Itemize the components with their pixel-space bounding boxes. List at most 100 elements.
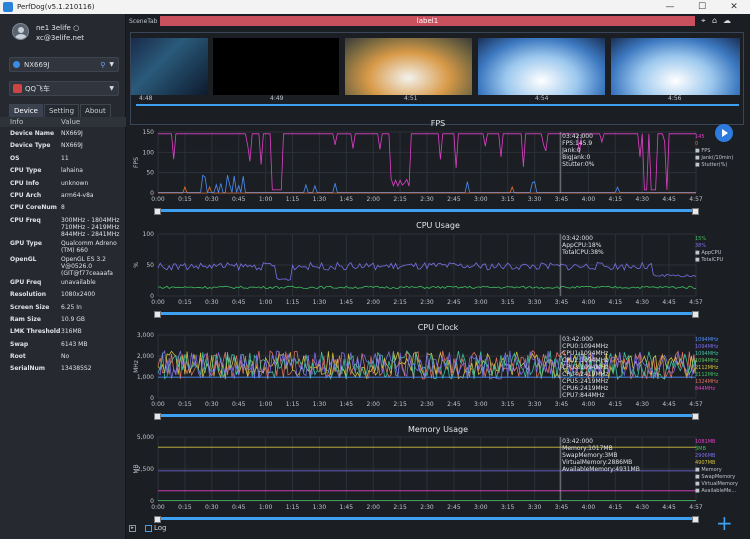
info-value: 300MHz - 1804MHz 710MHz - 2419MHz 844MHz…: [61, 216, 120, 238]
x-tick-label: 2:30: [420, 299, 434, 306]
x-tick-label: 4:45: [662, 504, 676, 511]
screenshot-thumbnail[interactable]: [213, 38, 339, 95]
chart-range-slider[interactable]: [154, 516, 699, 523]
x-tick-label: 1:00: [259, 504, 273, 511]
thumbnail-scrollbar[interactable]: [136, 104, 739, 106]
legend-series[interactable]: ■ Jank(/10min): [695, 155, 733, 162]
app-label: QQ飞车: [25, 84, 51, 93]
legend-value: 4907MB: [695, 460, 716, 466]
y-axis-label: MHz: [133, 360, 140, 373]
thumbnail-time: 4:51: [404, 95, 418, 102]
scene-bar: SceneTab label1 ⌖ ⌂ ☁: [126, 14, 750, 28]
y-tick-label: 0: [150, 293, 154, 300]
x-tick-label: 4:57: [689, 196, 703, 203]
y-axis-label: FPS: [133, 157, 140, 168]
y-tick-label: 100: [143, 231, 155, 238]
minimize-button[interactable]: —: [654, 0, 686, 14]
x-tick-label: 0:45: [232, 196, 246, 203]
x-tick-label: 2:15: [393, 504, 407, 511]
legend-series[interactable]: ■ FPS: [695, 148, 733, 155]
cpu-chart: CPU Usage 0:00 0:15 0:30 0:45 1:00 1:15 1:30 1:4…: [126, 220, 750, 321]
x-tick-label: 1:30: [313, 299, 327, 306]
chart-svg[interactable]: 0:00 0:15 0:30 0:45 1:00 1:15 1:30 1:45 2:00 2:15…: [126, 322, 750, 423]
cursor-readout: FPS:145.9: [562, 140, 592, 147]
x-tick-label: 2:45: [447, 401, 461, 408]
info-value: unavailable: [61, 278, 96, 286]
x-tick-label: 0:00: [151, 299, 165, 306]
chart-range-slider[interactable]: [154, 413, 699, 420]
log-checkbox[interactable]: [145, 524, 152, 532]
info-key: CPU Type: [10, 167, 42, 175]
x-tick-label: 4:00: [582, 299, 596, 306]
main-panel: SceneTab label1 ⌖ ⌂ ☁ 4:48 4:49 4:51 4:5…: [126, 14, 750, 539]
legend-series[interactable]: ■ TotalCPU: [695, 257, 723, 264]
thumbnail-time: 4:48: [139, 95, 153, 102]
add-icon[interactable]: +: [716, 511, 733, 535]
cursor-readout: Memory:1017MB: [562, 445, 613, 452]
cursor-readout: Stutter:0%: [562, 161, 595, 168]
x-tick-label: 2:45: [447, 196, 461, 203]
x-tick-label: 0:30: [205, 299, 219, 306]
log-bar: ▸ Log: [129, 524, 167, 532]
x-tick-label: 3:15: [501, 299, 515, 306]
app-selector[interactable]: QQ飞车 ▼: [9, 81, 119, 96]
cursor-readout: 03:42:000: [562, 438, 593, 445]
cursor-readout: CPU7:844MHz: [562, 392, 604, 399]
chevron-down-icon: ▼: [109, 85, 114, 92]
chart-svg[interactable]: 0:00 0:15 0:30 0:45 1:00 1:15 1:30 1:45 2:00 2:15…: [126, 118, 750, 219]
phone-icon: [13, 61, 20, 68]
legend-series[interactable]: ■ AvailableMe...: [695, 488, 738, 495]
screenshot-thumbnail[interactable]: [611, 38, 740, 95]
legend-series[interactable]: ■ VirtualMemory: [695, 481, 738, 488]
maximize-button[interactable]: ☐: [686, 0, 718, 14]
info-key: Device Name: [10, 130, 55, 137]
x-tick-label: 4:57: [689, 401, 703, 408]
chart-legend: 145 0 ■ FPS ■ Jank(/10min) ■ Stutter(%): [695, 134, 733, 169]
info-row: LMK Threshold 316MB: [0, 327, 126, 339]
device-selector[interactable]: NX669J ⚲ ▼: [9, 57, 119, 72]
screenshot-thumbnail[interactable]: [345, 38, 472, 95]
info-row: Root No: [0, 352, 126, 364]
legend-value: 844MHz: [695, 386, 716, 392]
x-tick-label: 3:45: [555, 196, 569, 203]
x-tick-label: 2:30: [420, 196, 434, 203]
tab-setting[interactable]: Setting: [43, 104, 80, 117]
chart-range-slider[interactable]: [154, 311, 699, 318]
legend-series[interactable]: ■ Stutter(%): [695, 162, 733, 169]
legend-series[interactable]: ■ SwapMemory: [695, 474, 738, 481]
screenshot-thumbnail[interactable]: [131, 38, 208, 95]
info-row: Swap 6143 MB: [0, 340, 126, 352]
legend-series[interactable]: ■ AppCPU: [695, 250, 723, 257]
x-tick-label: 2:00: [366, 299, 380, 306]
app-logo-icon: [3, 2, 13, 12]
chart-svg[interactable]: 0:00 0:15 0:30 0:45 1:00 1:15 1:30 1:45 2:00 2:15…: [126, 220, 750, 321]
legend-series[interactable]: ■ Memory: [695, 467, 738, 474]
screenshot-thumbnail[interactable]: [478, 38, 605, 95]
tab-about[interactable]: About: [80, 104, 111, 117]
chart-svg[interactable]: 0:00 0:15 0:30 0:45 1:00 1:15 1:30 1:45 2:00 2:15…: [126, 424, 750, 525]
cursor-readout: CPU4:2419MHz: [562, 371, 608, 378]
avatar[interactable]: [12, 23, 29, 40]
info-key: Screen Size: [10, 303, 50, 311]
scene-label-bar[interactable]: label1: [160, 16, 695, 26]
user-email: xc@3elife.net: [36, 34, 85, 42]
x-tick-label: 3:45: [555, 401, 569, 408]
info-key: CPU Arch: [10, 191, 42, 199]
close-button[interactable]: ✕: [718, 0, 750, 14]
legend-value: 1094MHz: [695, 337, 719, 343]
y-tick-label: 150: [143, 129, 155, 136]
cursor-readout: 03:42:000: [562, 235, 593, 242]
cloud-icon[interactable]: ☁: [723, 16, 734, 26]
memory-chart: Memory Usage 0:00 0:15 0:30 0:45 1:00 1:15 1:30…: [126, 424, 750, 525]
location-pin-icon[interactable]: ⌖: [701, 16, 712, 26]
folder-icon[interactable]: ⌂: [712, 16, 723, 26]
x-tick-label: 0:45: [232, 504, 246, 511]
info-value: NX669J: [61, 130, 83, 137]
x-tick-label: 2:30: [420, 504, 434, 511]
legend-value: 1324MHz: [695, 379, 719, 385]
expand-log-icon[interactable]: ▸: [129, 524, 136, 532]
tab-device[interactable]: Device: [9, 104, 43, 117]
wifi-icon[interactable]: ⚲: [100, 61, 105, 69]
chart-range-slider[interactable]: [154, 208, 699, 215]
x-tick-label: 1:15: [286, 504, 300, 511]
